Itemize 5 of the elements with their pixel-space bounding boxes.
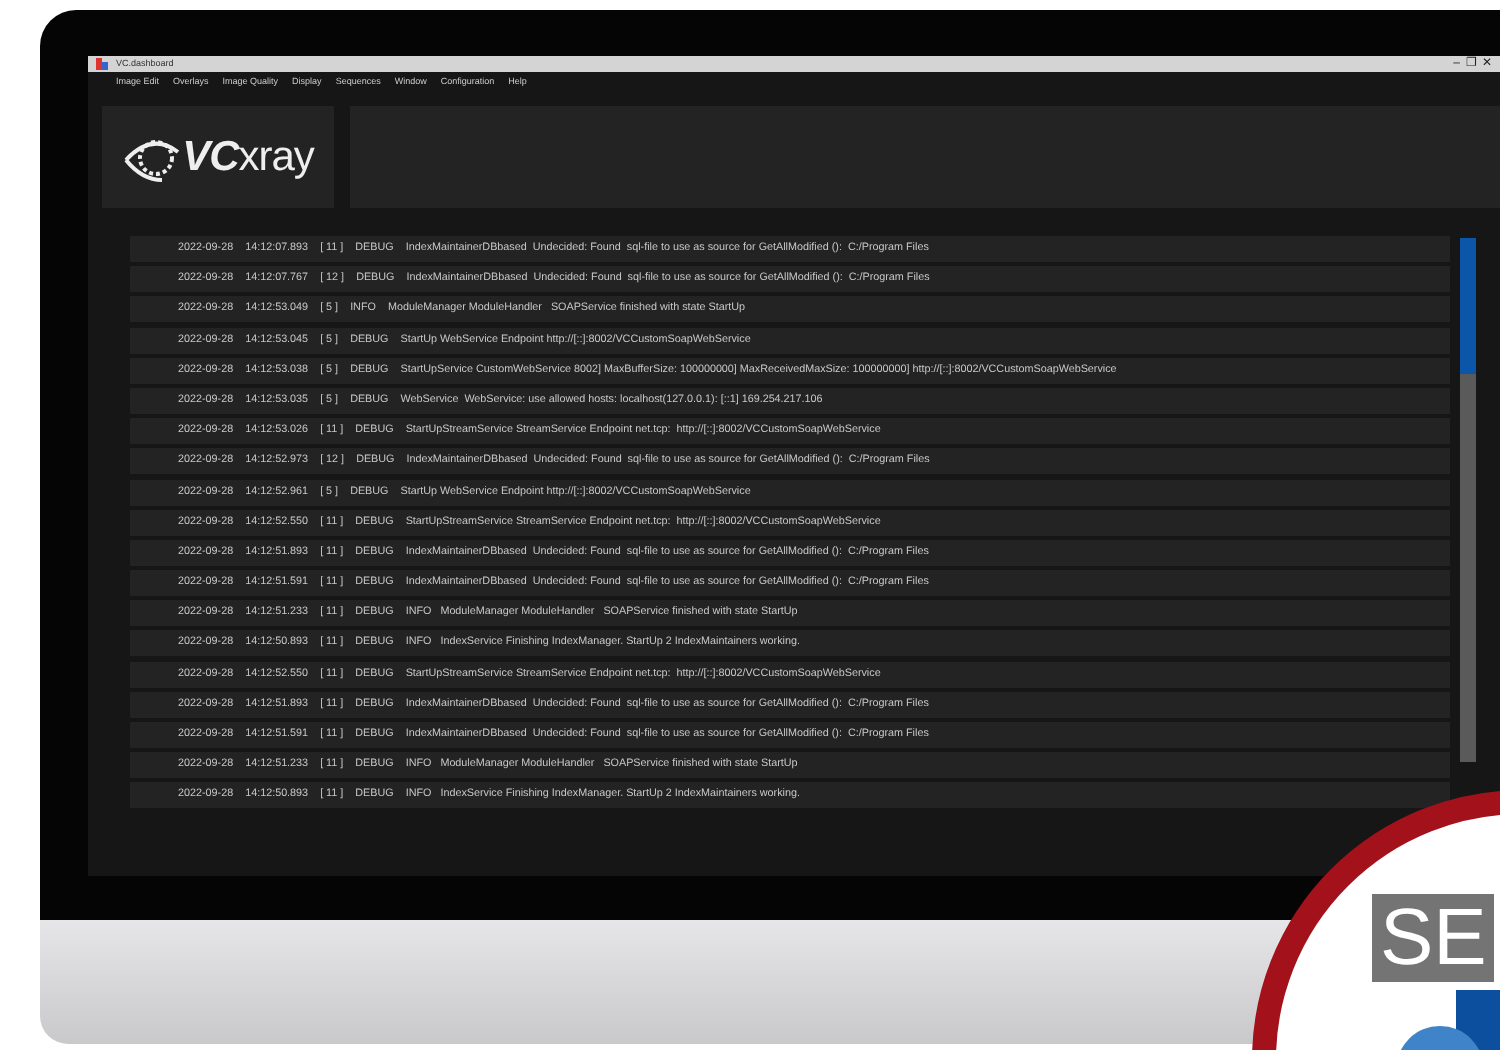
seal-text: SE <box>1372 894 1495 982</box>
scrollbar-thumb[interactable] <box>1460 238 1476 374</box>
logo-text: VCxray <box>182 136 314 178</box>
scrollbar[interactable] <box>1460 238 1476 762</box>
app-icon <box>96 58 108 70</box>
